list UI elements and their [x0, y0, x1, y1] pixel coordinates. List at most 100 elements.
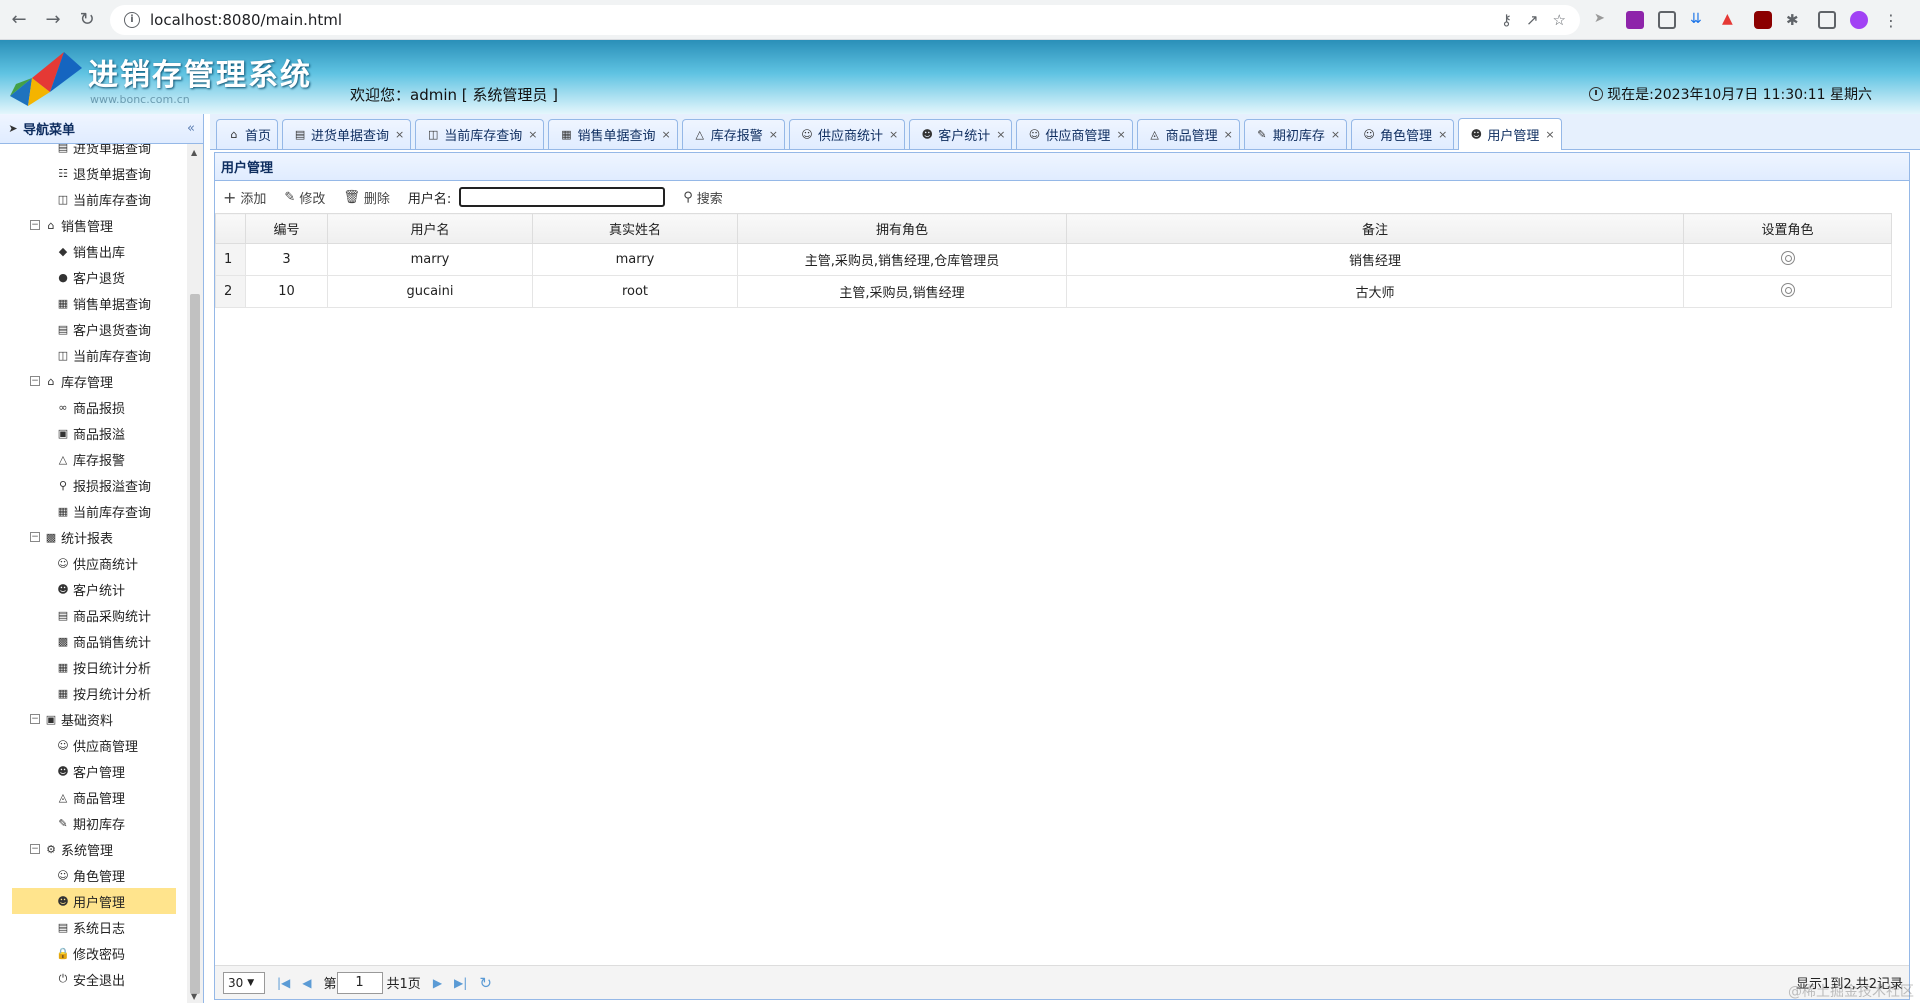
page-size-select[interactable]: 30 ▼	[223, 971, 265, 994]
nav-item[interactable]: ⚲ 报损报溢查询	[0, 472, 188, 498]
nav-item[interactable]: ◆ 销售出库	[0, 238, 188, 264]
nav-item[interactable]: ▦ 按日统计分析	[0, 654, 188, 680]
nav-item[interactable]: ☺ 角色管理	[0, 862, 188, 888]
close-icon[interactable]: ×	[1331, 128, 1340, 141]
reload-icon[interactable]: ↻	[72, 5, 102, 35]
close-icon[interactable]: ×	[662, 128, 671, 141]
nav-item[interactable]: ☻ 客户统计	[0, 576, 188, 602]
set-role-gear-icon[interactable]	[1780, 250, 1795, 265]
next-page-icon[interactable]: ▶	[433, 976, 442, 990]
nav-group[interactable]: − ⌂ 销售管理	[0, 212, 188, 238]
extension-download-icon[interactable]: ⇊	[1690, 11, 1708, 29]
close-icon[interactable]: ×	[889, 128, 898, 141]
close-icon[interactable]: ×	[996, 128, 1005, 141]
collapse-toggle-icon[interactable]: −	[30, 714, 40, 724]
close-icon[interactable]: ×	[1116, 128, 1125, 141]
collapse-toggle-icon[interactable]: −	[30, 844, 40, 854]
tab[interactable]: ☺ 供应商统计 ×	[788, 119, 906, 149]
column-header-roles[interactable]: 拥有角色	[737, 213, 1067, 244]
extension-cursor-icon[interactable]: ➤	[1594, 11, 1612, 29]
tab[interactable]: ✎ 期初库存 ×	[1243, 119, 1348, 149]
close-icon[interactable]: ×	[1545, 128, 1554, 141]
extension-ublock-icon[interactable]	[1754, 10, 1772, 29]
page-number-input[interactable]: 1	[336, 971, 383, 994]
nav-item[interactable]: ☻ 客户管理	[0, 758, 188, 784]
nav-item[interactable]: ▤ 商品采购统计	[0, 602, 188, 628]
nav-item[interactable]: ☺ 供应商统计	[0, 550, 188, 576]
scroll-down-icon[interactable]: ▼	[191, 992, 197, 1001]
collapse-toggle-icon[interactable]: −	[30, 532, 40, 542]
tab[interactable]: ☻ 用户管理 ×	[1458, 118, 1562, 150]
tab[interactable]: ⌂ 首页	[216, 119, 279, 149]
column-header-id[interactable]: 编号	[245, 213, 328, 244]
share-icon[interactable]: ↗	[1526, 11, 1539, 29]
nav-item[interactable]: ☻ 用户管理	[12, 888, 176, 914]
nav-item[interactable]: ✎ 期初库存	[0, 810, 188, 836]
edit-button[interactable]: ✎ 修改	[284, 188, 325, 207]
nav-item[interactable]: ▦ 当前库存查询	[0, 498, 188, 524]
close-icon[interactable]: ×	[1438, 128, 1447, 141]
nav-item[interactable]: ▤ 客户退货查询	[0, 316, 188, 342]
collapse-toggle-icon[interactable]: −	[30, 220, 40, 230]
column-header-set-role[interactable]: 设置角色	[1683, 213, 1892, 244]
side-panel-icon[interactable]	[1818, 10, 1836, 29]
nav-item[interactable]: ▤ 进货单据查询	[0, 144, 188, 160]
extensions-puzzle-icon[interactable]: ✱	[1786, 11, 1804, 29]
nav-group[interactable]: − ⌂ 库存管理	[0, 368, 188, 394]
delete-button[interactable]: 🗑 删除	[343, 188, 390, 207]
last-page-icon[interactable]: ▶|	[454, 976, 467, 990]
bookmark-star-icon[interactable]: ☆	[1553, 11, 1566, 29]
nav-item[interactable]: ▣ 商品报溢	[0, 420, 188, 446]
tab[interactable]: ◬ 商品管理 ×	[1136, 119, 1240, 149]
set-role-gear-icon[interactable]	[1780, 282, 1795, 297]
close-icon[interactable]: ×	[395, 128, 404, 141]
tab[interactable]: ▤ 进货单据查询 ×	[282, 119, 412, 149]
table-row[interactable]: 1 3 marry marry 主管,采购员,销售经理,仓库管理员 销售经理	[215, 243, 1892, 276]
tab[interactable]: ▦ 销售单据查询 ×	[548, 119, 678, 149]
nav-item[interactable]: ● 客户退货	[0, 264, 188, 290]
nav-item[interactable]: △ 库存报警	[0, 446, 188, 472]
nav-group[interactable]: − ▩ 统计报表	[0, 524, 188, 550]
scroll-up-icon[interactable]: ▲	[191, 148, 197, 157]
refresh-icon[interactable]: ↻	[479, 974, 492, 992]
table-row[interactable]: 2 10 gucaini root 主管,采购员,销售经理 古大师	[215, 275, 1892, 308]
extension-jrebel-icon[interactable]	[1626, 10, 1644, 29]
nav-group[interactable]: − ⚙ 系统管理	[0, 836, 188, 862]
nav-item[interactable]: ▦ 销售单据查询	[0, 290, 188, 316]
nav-item[interactable]: ◫ 当前库存查询	[0, 186, 188, 212]
sidebar-scrollbar[interactable]: ▲ ▼	[187, 144, 203, 1003]
tab[interactable]: ☺ 供应商管理 ×	[1016, 119, 1133, 149]
column-header-username[interactable]: 用户名	[327, 213, 533, 244]
tab[interactable]: ☻ 客户统计 ×	[909, 119, 1013, 149]
back-icon[interactable]: ←	[4, 5, 34, 35]
search-button[interactable]: ⚲ 搜索	[683, 188, 723, 207]
nav-item[interactable]: ◫ 当前库存查询	[0, 342, 188, 368]
collapse-toggle-icon[interactable]: −	[30, 376, 40, 386]
address-bar[interactable]: i localhost:8080/main.html ⚷ ↗ ☆	[110, 4, 1580, 35]
info-icon[interactable]: i	[124, 11, 140, 28]
username-search-input[interactable]	[459, 187, 666, 207]
nav-item[interactable]: ▦ 按月统计分析	[0, 680, 188, 706]
tab[interactable]: ☺ 角色管理 ×	[1351, 119, 1455, 149]
close-icon[interactable]: ×	[769, 128, 778, 141]
extension-fire-icon[interactable]: ▲	[1722, 11, 1740, 29]
collapse-sidebar-icon[interactable]: «	[187, 121, 195, 136]
extension-table-icon[interactable]	[1658, 10, 1676, 29]
nav-group[interactable]: − ▣ 基础资料	[0, 706, 188, 732]
tab[interactable]: △ 库存报警 ×	[681, 119, 785, 149]
menu-dots-icon[interactable]: ⋮	[1882, 11, 1900, 30]
forward-icon[interactable]: →	[38, 5, 68, 35]
nav-item[interactable]: ⏻ 安全退出	[0, 966, 188, 992]
first-page-icon[interactable]: |◀	[277, 976, 290, 990]
key-icon[interactable]: ⚷	[1501, 11, 1512, 29]
nav-item[interactable]: ☺ 供应商管理	[0, 732, 188, 758]
add-button[interactable]: + 添加	[223, 188, 266, 207]
nav-item[interactable]: ∞ 商品报损	[0, 394, 188, 420]
nav-item[interactable]: 🔒 修改密码	[0, 940, 188, 966]
nav-item[interactable]: ▩ 商品销售统计	[0, 628, 188, 654]
prev-page-icon[interactable]: ◀	[302, 976, 311, 990]
close-icon[interactable]: ×	[528, 128, 537, 141]
nav-item[interactable]: ☷ 退货单据查询	[0, 160, 188, 186]
column-header-realname[interactable]: 真实姓名	[532, 213, 738, 244]
close-icon[interactable]: ×	[1224, 128, 1233, 141]
